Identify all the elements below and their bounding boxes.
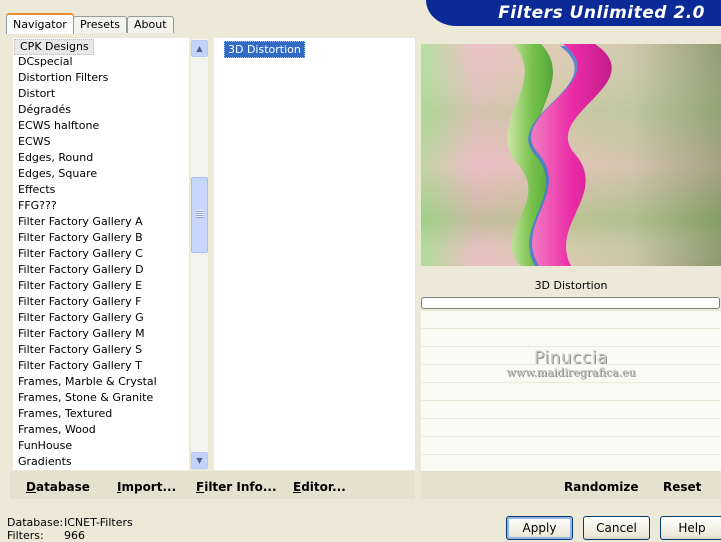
database-label: Database: [7, 516, 64, 529]
param-row [421, 437, 721, 455]
progress-bar [421, 297, 720, 309]
randomize-button[interactable]: Randomize [564, 480, 638, 494]
filter-item-selected[interactable]: 3D Distortion [224, 41, 305, 58]
category-item[interactable]: Distortion Filters [13, 70, 189, 86]
category-item[interactable]: FunHouse [13, 438, 189, 454]
help-button[interactable]: Help [660, 516, 721, 540]
category-item[interactable]: Frames, Textured [13, 406, 189, 422]
tab-about[interactable]: About [127, 16, 174, 33]
category-item[interactable]: Filter Factory Gallery T [13, 358, 189, 374]
category-item[interactable]: Filter Factory Gallery F [13, 294, 189, 310]
banner-title: Filters Unlimited 2.0 [498, 3, 705, 23]
filter-name-label: 3D Distortion [534, 279, 608, 292]
category-item[interactable]: Filter Factory Gallery E [13, 278, 189, 294]
category-item[interactable]: CPK Designs [14, 39, 94, 55]
param-row [421, 311, 721, 329]
category-item-wrapper: CPK Designs [13, 38, 189, 55]
filter-name-bar: 3D Distortion [421, 272, 721, 296]
import-button[interactable]: Import... [117, 480, 176, 494]
category-item[interactable]: Effects [13, 182, 189, 198]
category-item[interactable]: ECWS [13, 134, 189, 150]
category-item[interactable]: Dégradés [13, 102, 189, 118]
category-list[interactable]: CPK Designs DCspecial Distortion Filters Di… [13, 38, 189, 470]
preview-image [421, 44, 721, 266]
database-button[interactable]: Database [26, 480, 90, 494]
editor-button[interactable]: Editor... [293, 480, 346, 494]
filter-list[interactable]: 3D Distortion [214, 38, 415, 470]
apply-button[interactable]: Apply [506, 516, 573, 540]
grip-icon [196, 210, 203, 218]
status-area: Database:ICNET-Filters Filters: 966 [7, 516, 133, 542]
category-item[interactable]: Edges, Round [13, 150, 189, 166]
scroll-down-button[interactable]: ▼ [191, 452, 208, 469]
category-item[interactable]: Filter Factory Gallery B [13, 230, 189, 246]
reset-button[interactable]: Reset [663, 480, 701, 494]
category-item[interactable]: Edges, Square [13, 166, 189, 182]
category-item[interactable]: Frames, Wood [13, 422, 189, 438]
watermark-url: www.maidiregrafica.eu [506, 366, 636, 379]
category-item[interactable]: Filter Factory Gallery S [13, 342, 189, 358]
category-item[interactable]: FFG??? [13, 198, 189, 214]
scroll-up-button[interactable]: ▲ [191, 40, 208, 57]
parameter-area [421, 311, 721, 473]
category-item[interactable]: Frames, Marble & Crystal [13, 374, 189, 390]
category-item[interactable]: Filter Factory Gallery M [13, 326, 189, 342]
filter-info-button[interactable]: Filter Info... [196, 480, 277, 494]
watermark-name: Pinuccia [534, 348, 608, 368]
category-item[interactable]: Filter Factory Gallery C [13, 246, 189, 262]
filters-count: 966 [64, 529, 85, 542]
preview-toolbar: Randomize Reset [421, 471, 721, 499]
scroll-thumb[interactable] [191, 177, 208, 253]
filters-label: Filters: [7, 529, 44, 542]
param-row [421, 419, 721, 437]
cancel-button[interactable]: Cancel [583, 516, 650, 540]
tab-presets[interactable]: Presets [73, 16, 128, 33]
navigator-toolbar: Database Import... Filter Info... Editor… [10, 471, 415, 499]
tab-navigator[interactable]: Navigator [6, 13, 74, 34]
category-scrollbar[interactable]: ▲ ▼ [191, 39, 208, 469]
param-row [421, 329, 721, 347]
category-item[interactable]: Filter Factory Gallery G [13, 310, 189, 326]
param-row [421, 383, 721, 401]
category-item[interactable]: Distort [13, 86, 189, 102]
category-item[interactable]: ECWS halftone [13, 118, 189, 134]
watermark: Pinuccia www.maidiregrafica.eu [421, 348, 721, 379]
param-row [421, 401, 721, 419]
title-banner: Filters Unlimited 2.0 [426, 0, 721, 26]
category-item[interactable]: Gradients [13, 454, 189, 470]
category-item[interactable]: DCspecial [13, 54, 189, 70]
database-value: ICNET-Filters [64, 516, 133, 529]
category-item[interactable]: Frames, Stone & Granite [13, 390, 189, 406]
category-item[interactable]: Filter Factory Gallery A [13, 214, 189, 230]
category-item[interactable]: Filter Factory Gallery D [13, 262, 189, 278]
